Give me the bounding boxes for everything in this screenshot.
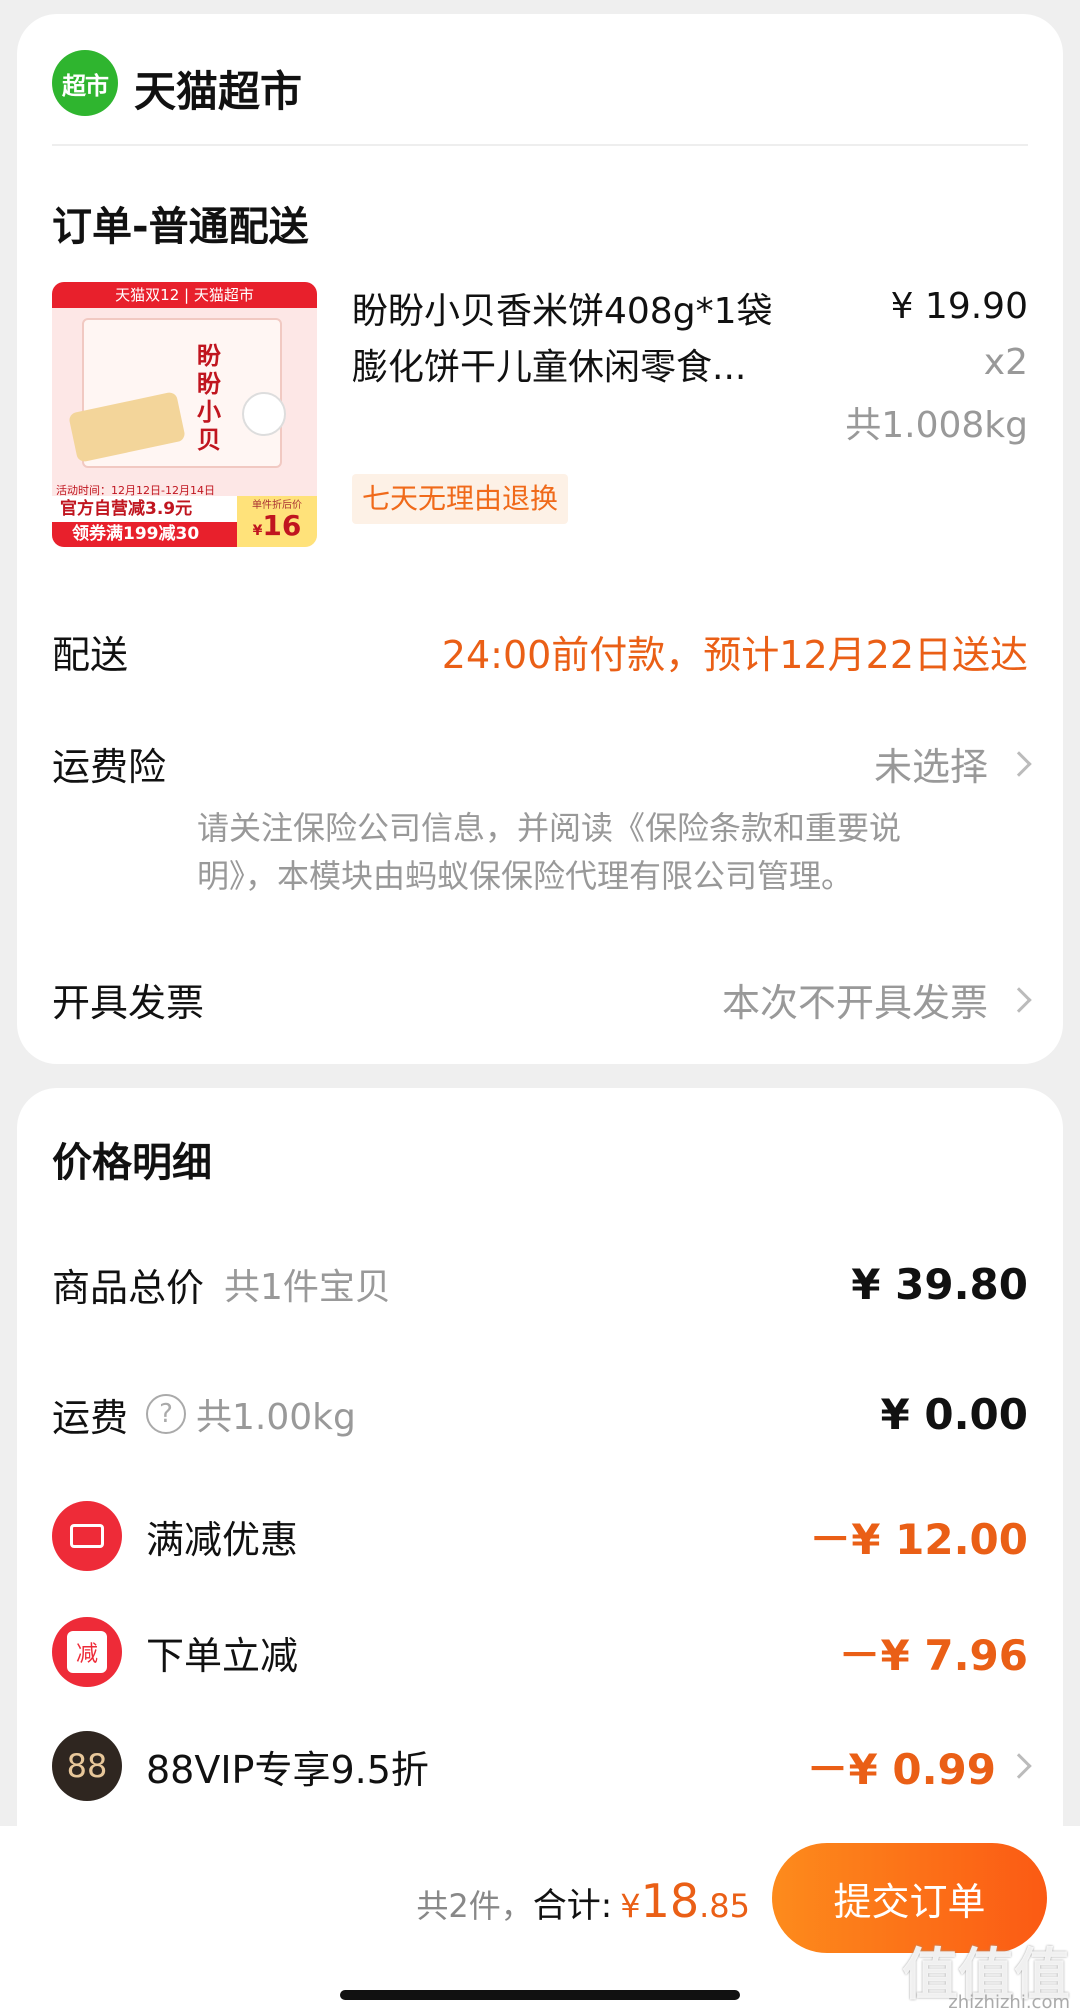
price-row-discount3[interactable]: 88 88VIP专享9.5折 －¥ 0.99 — [52, 1726, 1032, 1806]
insurance-label: 运费险 — [52, 745, 167, 789]
delivery-value: 24:00前付款，预计12月22日送达 — [441, 633, 1028, 677]
checkout-summary: 共2件， 合计: ¥ 18 .85 — [416, 1874, 750, 1928]
pricing-card: 价格明细 商品总价 共1件宝贝 ¥ 39.80 运费 ? 共1.00kg ¥ 0… — [17, 1088, 1063, 1948]
instant-discount-icon-text: 减 — [67, 1631, 107, 1673]
total-dec: .85 — [699, 1887, 750, 1925]
delivery-label: 配送 — [52, 633, 129, 677]
pricing-title: 价格明细 — [52, 1140, 212, 1186]
chevron-right-icon — [1006, 1753, 1032, 1779]
store-name[interactable]: 天猫超市 — [134, 58, 302, 119]
currency-symbol: ¥ — [620, 1887, 641, 1925]
item-count: 共2件， — [416, 1887, 533, 1925]
order-card: 超市 天猫超市 订单-普通配送 天猫双12 | 天猫超市 盼盼小贝 活动时间：1… — [17, 14, 1063, 1064]
watermark-url: zhizhizhi.com — [948, 1992, 1070, 2013]
invoice-value: 本次不开具发票 — [721, 981, 988, 1025]
total-amount: ¥ 39.80 — [851, 1259, 1028, 1309]
shipping-amount: ¥ 0.00 — [880, 1389, 1028, 1439]
product-qty: x2 — [983, 342, 1028, 383]
price-row-total: 商品总价 共1件宝贝 ¥ 39.80 — [52, 1244, 1028, 1324]
invoice-label: 开具发票 — [52, 981, 205, 1025]
product-thumbnail[interactable]: 天猫双12 | 天猫超市 盼盼小贝 活动时间：12月12日-12月14日 官方自… — [52, 282, 317, 547]
thumb-banner: 天猫双12 | 天猫超市 — [52, 282, 317, 308]
vip88-icon: 88 — [52, 1731, 122, 1801]
store-logo-icon: 超市 — [52, 50, 118, 116]
discount3-amount: －¥ 0.99 — [806, 1744, 996, 1794]
insurance-note[interactable]: 请关注保险公司信息，并阅读《保险条款和重要说明》，本模块由蚂蚁保保险代理有限公司… — [197, 804, 957, 900]
chevron-right-icon — [1006, 986, 1032, 1013]
total-label: 商品总价 — [52, 1265, 205, 1310]
divider — [52, 144, 1028, 146]
price-row-shipping: 运费 ? 共1.00kg ¥ 0.00 — [52, 1374, 1028, 1454]
insurance-selector[interactable]: 未选择 — [873, 736, 1032, 791]
chevron-right-icon — [1006, 750, 1032, 777]
thumb-promo2: 领券满199减30 — [52, 522, 237, 547]
total-label: 合计: — [532, 1886, 613, 1926]
product-weight: 共1.008kg — [845, 405, 1028, 446]
total-sub: 共1件宝贝 — [224, 1267, 391, 1308]
thumb-yen: ¥ — [252, 523, 263, 539]
order-section-title: 订单-普通配送 — [52, 204, 309, 250]
help-icon[interactable]: ? — [146, 1394, 187, 1434]
product-price: ¥ 19.90 — [890, 286, 1028, 327]
discount1-amount: －¥ 12.00 — [809, 1514, 1028, 1564]
insurance-value: 未选择 — [873, 745, 988, 789]
thumb-unit-price: 16 — [262, 509, 302, 542]
instant-discount-icon: 减 — [52, 1617, 122, 1687]
shipping-label: 运费 — [52, 1395, 129, 1440]
home-indicator[interactable] — [340, 1990, 740, 2000]
thumb-promo1: 官方自营减3.9元 — [52, 496, 237, 522]
product-name[interactable]: 盼盼小贝香米饼408g*1袋膨化饼干儿童休闲零食... — [352, 284, 792, 396]
discount2-label: 下单立减 — [146, 1633, 299, 1678]
price-row-discount2: 减 下单立减 －¥ 7.96 — [52, 1612, 1028, 1692]
return-policy-tag: 七天无理由退换 — [352, 474, 569, 524]
discount1-label: 满减优惠 — [146, 1517, 299, 1562]
thumb-brand: 盼盼小贝 — [197, 342, 221, 454]
total-int: 18 — [640, 1874, 700, 1928]
shipping-sub: 共1.00kg — [196, 1397, 356, 1438]
invoice-selector[interactable]: 本次不开具发票 — [721, 972, 1032, 1027]
thumb-unit-price-box: 单件折后价 ¥16 — [237, 496, 317, 547]
coupon-icon — [52, 1501, 122, 1571]
price-row-discount1: 满减优惠 －¥ 12.00 — [52, 1496, 1028, 1576]
discount2-amount: －¥ 7.96 — [838, 1630, 1028, 1680]
discount3-label: 88VIP专享9.5折 — [146, 1747, 429, 1792]
mascot-icon — [242, 392, 286, 436]
